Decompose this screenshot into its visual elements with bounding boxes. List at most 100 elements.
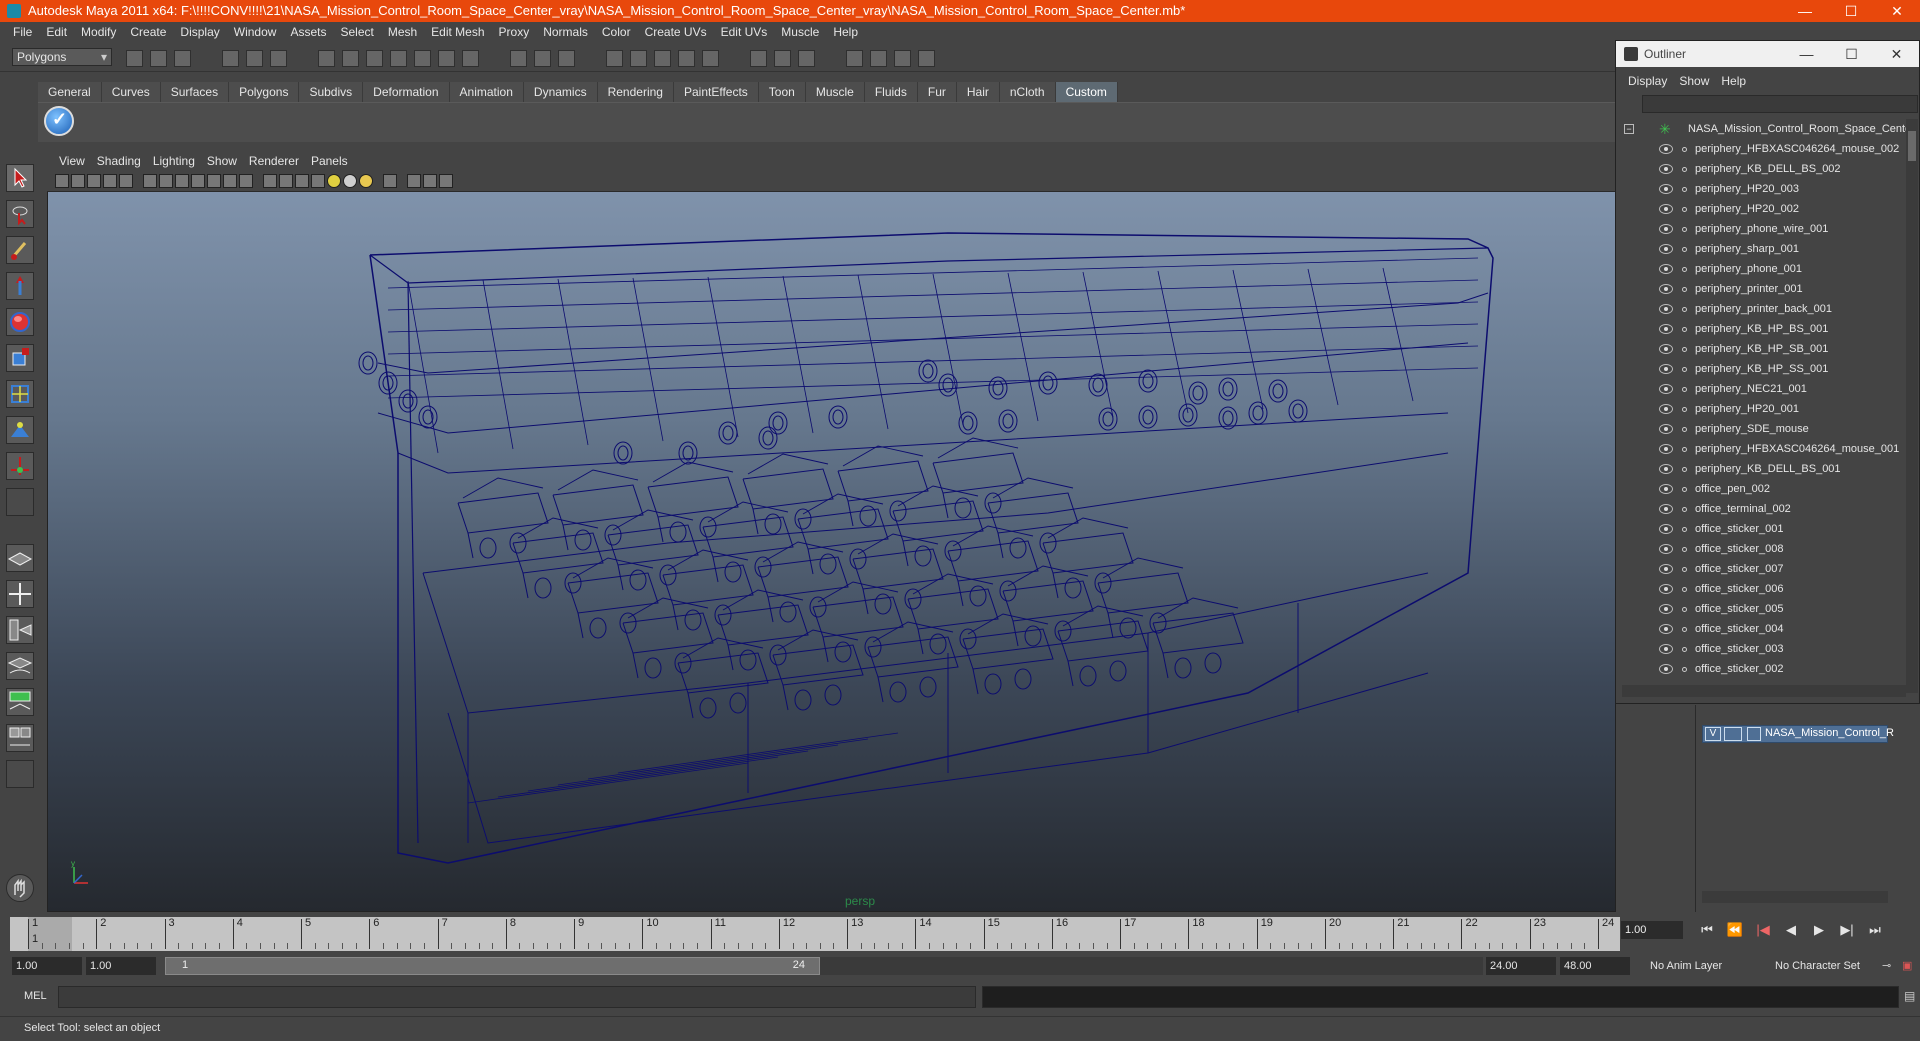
xray-icon[interactable] bbox=[383, 174, 397, 188]
field-chart-icon[interactable] bbox=[207, 174, 221, 188]
shelf-tab-general[interactable]: General bbox=[38, 82, 102, 102]
outliner-scroll-thumb[interactable] bbox=[1908, 131, 1916, 161]
outliner-menu-help[interactable]: Help bbox=[1715, 74, 1752, 88]
snap-plane-icon[interactable] bbox=[390, 50, 407, 67]
xray-joints-icon[interactable] bbox=[423, 174, 437, 188]
auto-key-icon[interactable]: ⊸ bbox=[1882, 957, 1891, 975]
layout-icon[interactable] bbox=[894, 50, 911, 67]
shelf-tab-custom[interactable]: Custom bbox=[1055, 82, 1118, 102]
outliner-item[interactable]: periphery_KB_HP_SB_001 bbox=[1616, 339, 1906, 359]
four-pane-layout-icon[interactable] bbox=[6, 580, 34, 608]
outliner-menu-show[interactable]: Show bbox=[1673, 74, 1715, 88]
outliner-toggle-icon[interactable] bbox=[918, 50, 935, 67]
shelf-tab-ncloth[interactable]: nCloth bbox=[999, 82, 1056, 102]
menu-color[interactable]: Color bbox=[595, 25, 638, 39]
graph-persp-layout-icon[interactable] bbox=[6, 652, 34, 680]
shelf-tab-muscle[interactable]: Muscle bbox=[805, 82, 865, 102]
outliner-item[interactable]: office_terminal_002 bbox=[1616, 499, 1906, 519]
play-backwards-icon[interactable]: ◀ bbox=[1777, 922, 1805, 938]
select-tool-icon[interactable] bbox=[6, 164, 34, 192]
anim-layer-dropdown[interactable]: No Anim Layer bbox=[1650, 957, 1722, 975]
shelf-tab-rendering[interactable]: Rendering bbox=[597, 82, 674, 102]
menu-muscle[interactable]: Muscle bbox=[774, 25, 826, 39]
lock-selection-icon[interactable] bbox=[534, 50, 551, 67]
outliner-item[interactable]: periphery_KB_HP_BS_001 bbox=[1616, 319, 1906, 339]
outliner-item[interactable]: office_sticker_002 bbox=[1616, 659, 1906, 679]
hypershade-persp-layout-icon[interactable] bbox=[6, 688, 34, 716]
menu-edit[interactable]: Edit bbox=[39, 25, 74, 39]
viewport-menu-lighting[interactable]: Lighting bbox=[147, 154, 201, 168]
select-hierarchy-icon[interactable] bbox=[222, 50, 239, 67]
go-to-start-icon[interactable]: ⏮ bbox=[1693, 922, 1721, 938]
command-input[interactable] bbox=[58, 986, 976, 1008]
image-plane-icon[interactable] bbox=[103, 174, 117, 188]
outliner-item[interactable]: periphery_HFBXASC046264_mouse_002 bbox=[1616, 139, 1906, 159]
menu-display[interactable]: Display bbox=[173, 25, 226, 39]
menu-mesh[interactable]: Mesh bbox=[381, 25, 424, 39]
bookmarks-icon[interactable] bbox=[87, 174, 101, 188]
2d-pan-zoom-icon[interactable] bbox=[119, 174, 133, 188]
paint-select-tool-icon[interactable] bbox=[6, 236, 34, 264]
hypershade-icon[interactable] bbox=[678, 50, 695, 67]
outliner-item[interactable]: office_sticker_001 bbox=[1616, 519, 1906, 539]
isolate-select-icon[interactable] bbox=[407, 174, 421, 188]
rotate-tool-icon[interactable] bbox=[6, 308, 34, 336]
outliner-item[interactable]: office_pen_002 bbox=[1616, 479, 1906, 499]
outliner-item[interactable]: periphery_KB_DELL_BS_002 bbox=[1616, 159, 1906, 179]
all-lights-icon[interactable] bbox=[343, 174, 357, 188]
soft-modification-icon[interactable] bbox=[6, 416, 34, 444]
gate-mask-icon[interactable] bbox=[191, 174, 205, 188]
layer-visibility-toggle[interactable]: V bbox=[1705, 727, 1721, 741]
maximize-button[interactable]: ☐ bbox=[1828, 0, 1874, 22]
highlight-icon[interactable] bbox=[558, 50, 575, 67]
open-scene-icon[interactable] bbox=[150, 50, 167, 67]
select-camera-icon[interactable] bbox=[55, 174, 69, 188]
toggle-tool-settings-icon[interactable] bbox=[798, 50, 815, 67]
current-frame-field[interactable]: 1.00 bbox=[1621, 921, 1683, 939]
custom-layout-icon[interactable] bbox=[6, 760, 34, 788]
last-tool-icon[interactable] bbox=[6, 488, 34, 516]
high-quality-icon[interactable] bbox=[439, 174, 453, 188]
play-forwards-icon[interactable]: ▶ bbox=[1805, 922, 1833, 938]
menu-edit-mesh[interactable]: Edit Mesh bbox=[424, 25, 491, 39]
shelf-tab-fur[interactable]: Fur bbox=[917, 82, 957, 102]
save-scene-icon[interactable] bbox=[174, 50, 191, 67]
history-icon[interactable] bbox=[414, 50, 431, 67]
outliner-maximize-button[interactable]: ☐ bbox=[1829, 41, 1874, 67]
display-layer-row[interactable]: V NASA_Mission_Control_R bbox=[1702, 725, 1894, 743]
shelf-tab-curves[interactable]: Curves bbox=[101, 82, 161, 102]
outliner-item[interactable]: periphery_phone_wire_001 bbox=[1616, 219, 1906, 239]
outliner-minimize-button[interactable]: — bbox=[1784, 41, 1829, 67]
command-language-toggle[interactable]: MEL bbox=[24, 990, 47, 1002]
shelf-tab-animation[interactable]: Animation bbox=[449, 82, 524, 102]
menu-modify[interactable]: Modify bbox=[74, 25, 123, 39]
outliner-menu-display[interactable]: Display bbox=[1622, 74, 1673, 88]
outliner-persp-layout-icon[interactable] bbox=[6, 616, 34, 644]
default-lighting-icon[interactable] bbox=[327, 174, 341, 188]
shelf-tab-subdivs[interactable]: Subdivs bbox=[299, 82, 364, 102]
outliner-filter-input[interactable] bbox=[1642, 95, 1918, 113]
grid-icon[interactable] bbox=[143, 174, 157, 188]
camera-attributes-icon[interactable] bbox=[71, 174, 85, 188]
show-manipulator-icon[interactable] bbox=[6, 452, 34, 480]
outliner-item[interactable]: periphery_HP20_002 bbox=[1616, 199, 1906, 219]
smooth-shading-icon[interactable] bbox=[279, 174, 293, 188]
outliner-item[interactable]: periphery_KB_DELL_BS_001 bbox=[1616, 459, 1906, 479]
outliner-item[interactable]: periphery_HP20_003 bbox=[1616, 179, 1906, 199]
time-slider[interactable]: 1 2 3 4 5 6 7 8 9 10 11 12 13 14 15 16 17 18 19 20 21 22 23 24 1 bbox=[10, 917, 1620, 951]
viewport-menu-show[interactable]: Show bbox=[201, 154, 243, 168]
outliner-item[interactable]: periphery_KB_HP_SS_001 bbox=[1616, 359, 1906, 379]
toggle-attribute-editor-icon[interactable] bbox=[774, 50, 791, 67]
menu-select[interactable]: Select bbox=[333, 25, 380, 39]
animation-end-field[interactable]: 48.00 bbox=[1560, 957, 1630, 975]
safe-action-icon[interactable] bbox=[223, 174, 237, 188]
outliner-item[interactable]: periphery_phone_001 bbox=[1616, 259, 1906, 279]
outliner-item[interactable]: office_sticker_008 bbox=[1616, 539, 1906, 559]
textured-icon[interactable] bbox=[311, 174, 325, 188]
layer-color-icon[interactable] bbox=[1747, 727, 1761, 741]
viewport-menu-panels[interactable]: Panels bbox=[305, 154, 354, 168]
outliner-item[interactable]: office_sticker_006 bbox=[1616, 579, 1906, 599]
snap-point-icon[interactable] bbox=[366, 50, 383, 67]
persp-view-icon[interactable] bbox=[870, 50, 887, 67]
shelf-tab-deformation[interactable]: Deformation bbox=[363, 82, 450, 102]
